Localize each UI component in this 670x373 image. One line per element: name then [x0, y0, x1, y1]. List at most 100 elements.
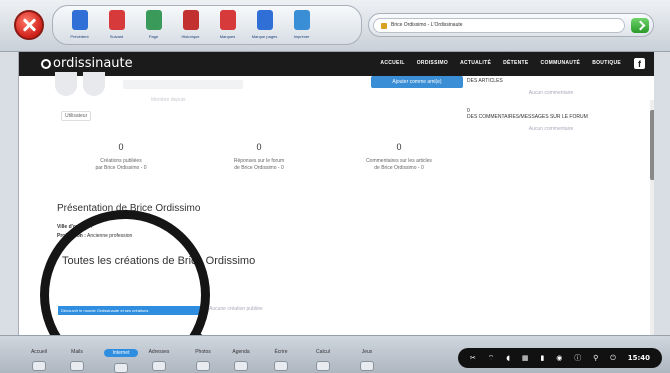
dock-item-4[interactable]: Photos: [186, 349, 220, 371]
tool-label: Suivant: [109, 34, 124, 39]
dock-app-icon: [196, 361, 210, 371]
volume-icon[interactable]: ◖: [506, 354, 510, 362]
dock-label: Mails: [71, 349, 83, 355]
printer-icon: [293, 10, 310, 30]
power-icon[interactable]: ⏻: [610, 354, 616, 363]
go-button[interactable]: [631, 18, 649, 33]
stat-number: 0: [396, 142, 402, 152]
page-favicon-icon: [381, 23, 387, 29]
info-icon[interactable]: ⓘ: [574, 353, 581, 363]
desktop-screen: Précédent Suivant Page Historique Marques Mar…: [0, 0, 670, 373]
sidebar-empty: Aucun commentaire: [528, 126, 574, 132]
back-arrow-icon: [71, 10, 88, 30]
dock-label: Écrire: [274, 349, 288, 355]
dock-app-icon: [32, 361, 46, 371]
browser-toolbar: Précédent Suivant Page Historique Marques Mar…: [0, 0, 670, 52]
scrollbar-thumb[interactable]: [650, 110, 654, 180]
stat-creations: 0 Créations publiées par Brice Ordissimo …: [51, 142, 191, 172]
user-role-badge: Utilisateur: [61, 111, 92, 121]
tool-label: Page: [148, 34, 159, 39]
url-text: Brice Ordissimo - L'Ordissinaute: [391, 22, 463, 28]
dock-label: Accueil: [30, 349, 48, 355]
tool-button-6[interactable]: Imprimer: [283, 6, 320, 44]
nav-link-3[interactable]: DÉTENTE: [503, 60, 528, 66]
nav-link-0[interactable]: ACCUEIL: [380, 60, 404, 66]
sync-icon[interactable]: ◉: [556, 354, 562, 362]
forward-arrow-icon: [108, 10, 125, 30]
dock-label: Calcul: [316, 349, 330, 355]
tool-button-0[interactable]: Précédent: [61, 6, 98, 44]
history-icon: [182, 10, 199, 30]
tool-button-3[interactable]: Historique: [172, 6, 209, 44]
dock-item-8[interactable]: Jeux: [350, 349, 384, 371]
stat-forum: 0 Réponses sur le forum de Brice Ordissim…: [189, 142, 329, 172]
tool-button-2[interactable]: Page: [135, 6, 172, 44]
close-button[interactable]: [14, 10, 44, 40]
site-navbar: ordissinaute ACCUEIL ORDISSIMO ACTUALITÉ DÉ…: [19, 52, 654, 76]
tool-label: Marque pages: [251, 34, 278, 39]
tools-icon[interactable]: ✂: [470, 354, 476, 362]
dock-label: Photos: [195, 349, 211, 355]
tool-button-1[interactable]: Suivant: [98, 6, 135, 44]
dock-label: Agenda: [232, 349, 250, 355]
tool-label: Historique: [181, 34, 200, 39]
app-dock: Accueil Mails Internet Adresses Photos Agenda…: [0, 335, 670, 373]
sidebar-empty: Aucun commentaire: [528, 90, 574, 96]
profile-sidebar: DES ARTICLES Aucun commentaire 0 DES COM…: [465, 76, 637, 335]
system-tray: ✂ ⌔ ◖ ▦ ▮ ◉ ⓘ ⚲ ⏻ 15:40: [458, 348, 662, 368]
profile-name: [123, 80, 243, 89]
tool-label: Imprimer: [293, 34, 310, 39]
clock: 15:40: [627, 354, 650, 362]
add-friend-button[interactable]: Ajouter comme ami(e): [371, 76, 463, 88]
stat-comments: 0 Commentaires sur les articles de Brice …: [329, 142, 469, 172]
dock-app-icon: [360, 361, 374, 371]
sidebar-articles: DES ARTICLES Aucun commentaire: [467, 78, 635, 96]
dock-item-6[interactable]: Écrire: [264, 349, 298, 371]
dock-item-2[interactable]: Internet: [104, 349, 138, 373]
dock-app-icon: [274, 361, 288, 371]
dock-app-icon: [316, 361, 330, 371]
dock-label: Adresses: [148, 349, 170, 355]
sidebar-forum: 0 DES COMMENTAIRES/MESSAGES SUR LE FORUM…: [467, 108, 635, 132]
battery-icon[interactable]: ▮: [540, 354, 544, 362]
dock-item-3[interactable]: Adresses: [142, 349, 176, 371]
dock-app-icon: [70, 361, 84, 371]
dock-item-5[interactable]: Agenda: [224, 349, 258, 371]
bookmark-icon: [219, 10, 236, 30]
wifi-icon[interactable]: ⌔: [488, 354, 495, 363]
member-since: Membre depuis: [151, 97, 186, 103]
nav-link-1[interactable]: ORDISSIMO: [417, 60, 448, 66]
nav-link-2[interactable]: ACTUALITÉ: [460, 60, 491, 66]
tool-button-5[interactable]: Marque pages: [246, 6, 283, 44]
site-logo[interactable]: ordissinaute: [53, 56, 133, 71]
tool-label: Marques: [219, 34, 236, 39]
page-icon: [145, 10, 162, 30]
sidebar-title: DES ARTICLES: [467, 78, 503, 84]
stat-label: Créations publiées par Brice Ordissimo - …: [95, 158, 147, 171]
stat-label: Réponses sur le forum de Brice Ordissimo …: [233, 158, 285, 171]
logo-icon: [41, 59, 51, 69]
dock-item-1[interactable]: Mails: [60, 349, 94, 371]
url-input[interactable]: Brice Ordissimo - L'Ordissinaute: [373, 18, 625, 33]
dock-item-7[interactable]: Calcul: [306, 349, 340, 371]
keyboard-icon[interactable]: ▦: [522, 354, 529, 362]
nav-link-4[interactable]: COMMUNAUTÉ: [541, 60, 581, 66]
stat-label: Commentaires sur les articles de Brice Or…: [366, 158, 432, 171]
dock-label: Internet: [104, 349, 138, 357]
empty-creations: Aucune création publiée: [209, 306, 263, 312]
tool-button-4[interactable]: Marques: [209, 6, 246, 44]
bookmarks-icon: [256, 10, 273, 30]
site-nav-links: ACCUEIL ORDISSIMO ACTUALITÉ DÉTENTE COMMUNAU…: [380, 60, 621, 66]
facebook-icon[interactable]: f: [634, 58, 645, 69]
tool-group: Précédent Suivant Page Historique Marques Mar…: [52, 5, 362, 45]
stat-number: 0: [118, 142, 124, 152]
dock-item-0[interactable]: Accueil: [22, 349, 56, 371]
dock-app-icon: [114, 363, 128, 373]
avatar: [55, 72, 107, 96]
dock-app-icon: [152, 361, 166, 371]
stat-number: 0: [256, 142, 262, 152]
usb-icon[interactable]: ⚲: [593, 354, 598, 362]
nav-link-5[interactable]: BOUTIQUE: [592, 60, 621, 66]
tool-label: Précédent: [70, 34, 89, 39]
dock-label: Jeux: [361, 349, 373, 355]
